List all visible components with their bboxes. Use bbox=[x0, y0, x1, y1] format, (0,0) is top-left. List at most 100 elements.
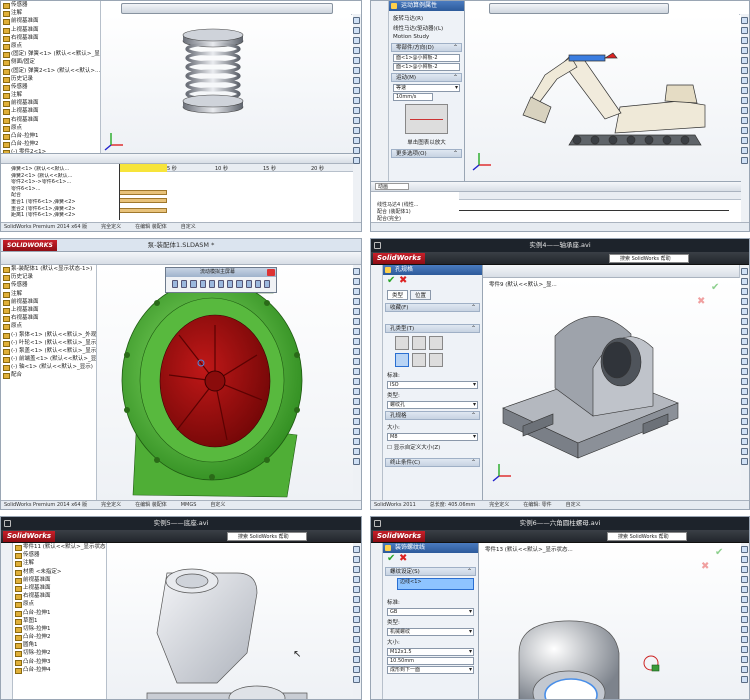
ok-check-icon[interactable]: ✔ bbox=[387, 553, 395, 564]
graphics-area[interactable] bbox=[101, 15, 353, 153]
speed-field[interactable]: 10mm/s bbox=[393, 93, 433, 101]
feature-tree[interactable]: 传感器 注解 前视基准面 上视基准面 右视基准面 原点 (固定) 弹簧<1> (默认<<默认… bbox=[1, 1, 101, 165]
edge-selection-field[interactable]: 边线<1> bbox=[397, 578, 474, 590]
size-select[interactable]: M12x1.5 bbox=[387, 648, 474, 656]
feature-tree[interactable]: 零件11 (默认<<默认>_显示状态 传感器 注解 材质 <未指定> 前视基准面 上视基准… bbox=[13, 543, 107, 699]
key-bar[interactable] bbox=[119, 198, 167, 203]
tree-item[interactable]: 切除-拉伸2 bbox=[13, 649, 106, 658]
section-thread-settings[interactable]: 螺纹设定(S) bbox=[385, 567, 476, 576]
option-linear-motor[interactable]: 线性马达(驱动器)(L) bbox=[389, 23, 464, 33]
confirm-corner-ok-icon[interactable]: ✔ bbox=[715, 547, 723, 558]
tree-item[interactable]: 上视基准面 bbox=[1, 107, 100, 116]
cancel-x-icon[interactable]: ✖ bbox=[399, 553, 407, 564]
tree-item[interactable]: 注解 bbox=[13, 559, 106, 568]
tree-item[interactable]: (固定) 弹簧2<1> (默认<<默认>... bbox=[1, 67, 100, 75]
search-input[interactable]: 搜索 SolidWorks 帮助 bbox=[607, 532, 687, 541]
timeline-row[interactable]: 弹簧<1> (默认<<默认... bbox=[11, 166, 119, 173]
timeline-row[interactable]: 线性马达4 (线性... bbox=[377, 202, 419, 209]
depth-field[interactable]: 10.50mm bbox=[387, 657, 474, 665]
standard-select[interactable]: ISO bbox=[387, 381, 478, 389]
command-strip[interactable] bbox=[371, 543, 383, 699]
breadcrumb[interactable]: 零件9 (默认<<默认>_显... bbox=[489, 280, 557, 288]
timeline-row[interactable]: 零件2<1>->零件6<1>... bbox=[11, 179, 119, 186]
motion-graph[interactable] bbox=[405, 104, 448, 134]
section-end-condition[interactable]: 终止条件(C) bbox=[385, 458, 480, 467]
tree-item[interactable]: 原点 bbox=[13, 600, 106, 609]
type-select[interactable]: 螺纹孔 bbox=[387, 401, 478, 409]
tree-item[interactable]: 泵-装配体1 (默认<显示状态-1>) bbox=[1, 265, 96, 274]
section-favorites[interactable]: 收藏(F) bbox=[385, 303, 480, 312]
tree-item[interactable]: 前视基准面 bbox=[13, 576, 106, 584]
tree-item[interactable]: 原点 bbox=[1, 322, 96, 331]
component-field[interactable]: 面<1>@小臂板-2 bbox=[393, 54, 460, 62]
section-more-options[interactable]: 更多选项(O) bbox=[391, 149, 462, 158]
tree-item[interactable]: 传感器 bbox=[1, 1, 100, 10]
pm-tab-strip[interactable] bbox=[371, 1, 389, 181]
hole-type-grid[interactable] bbox=[395, 336, 470, 367]
tree-item[interactable]: 右视基准面 bbox=[1, 116, 100, 124]
tree-item[interactable]: 上视基准面 bbox=[13, 584, 106, 593]
study-type-select[interactable]: 动画 bbox=[375, 183, 409, 190]
custom-size-checkbox[interactable]: ☐ 显示自定义大小(Z) bbox=[383, 442, 482, 452]
standard-toolbar[interactable] bbox=[1, 252, 361, 265]
search-input[interactable]: 搜索 SolidWorks 帮助 bbox=[609, 254, 689, 263]
motion-type-select[interactable]: 等速 bbox=[393, 84, 460, 92]
timeline-toolbar[interactable] bbox=[1, 154, 353, 164]
heads-up-toolbar[interactable] bbox=[481, 265, 749, 278]
tree-item[interactable]: (-) 叶轮<1> (默认<<默认>_显示) bbox=[1, 339, 98, 347]
size-select[interactable]: M8 bbox=[387, 433, 478, 441]
tree-item[interactable]: 注解 bbox=[1, 9, 100, 18]
command-strip[interactable] bbox=[371, 265, 383, 501]
tab-type[interactable]: 类型 bbox=[387, 290, 409, 300]
tab-position[interactable]: 位置 bbox=[410, 290, 432, 300]
confirm-corner-cancel-icon[interactable]: ✖ bbox=[697, 296, 705, 307]
timeline-row[interactable]: 重合1 (零件6<1>,弹簧<2> bbox=[11, 199, 119, 206]
tree-item[interactable]: 凸台-拉伸2 bbox=[1, 140, 100, 149]
tree-item[interactable]: 原点 bbox=[1, 42, 100, 51]
flow-simulation-dialog[interactable]: 流动模拟主屏幕 bbox=[165, 267, 277, 293]
breadcrumb[interactable]: 零件13 (默认<<默认>_显示状态... bbox=[485, 545, 573, 553]
cancel-x-icon[interactable]: ✖ bbox=[399, 275, 407, 286]
direction-field[interactable]: 面<1>@小臂板-2 bbox=[393, 63, 460, 71]
timeline-row[interactable]: 零件6<1>... bbox=[11, 186, 119, 193]
tree-item[interactable]: (-) 泵盖<1> (默认<<默认>_显示) bbox=[1, 347, 98, 356]
heads-up-toolbar[interactable] bbox=[121, 3, 333, 14]
tree-item[interactable]: (-) 泵体<1> (默认<<默认>_外观) bbox=[1, 331, 98, 339]
confirm-corner-cancel-icon[interactable]: ✖ bbox=[701, 561, 709, 572]
tree-item[interactable]: (-) 轴<1> (默认<<默认>_显示) bbox=[1, 363, 96, 372]
tree-item[interactable]: 历史记录 bbox=[1, 273, 96, 282]
ok-check-icon[interactable]: ✔ bbox=[387, 275, 395, 286]
graphics-area[interactable]: 零件13 (默认<<默认>_显示状态... ✔ ✖ bbox=[479, 543, 741, 699]
property-manager[interactable]: 运动算例属性 旋转马达(R) 线性马达(驱动器)(L) Motion Study… bbox=[389, 1, 465, 181]
tree-item[interactable]: 上视基准面 bbox=[1, 26, 100, 34]
tree-item[interactable]: 前视基准面 bbox=[1, 298, 96, 306]
tree-item[interactable]: 零件11 (默认<<默认>_显示状态 bbox=[13, 543, 106, 552]
tree-item[interactable]: 凸台-拉伸3 bbox=[13, 658, 106, 666]
graphics-area[interactable] bbox=[465, 15, 741, 181]
tree-item[interactable]: 右视基准面 bbox=[1, 34, 100, 42]
tree-item[interactable]: 右视基准面 bbox=[1, 314, 96, 323]
timeline-row[interactable]: 配合 bbox=[11, 192, 119, 199]
command-strip[interactable] bbox=[1, 543, 13, 699]
graphics-area[interactable]: 零件9 (默认<<默认>_显... ✔ ✖ bbox=[483, 278, 741, 501]
timeline-row[interactable]: 重合2 (零件6<1>,弹簧<2> bbox=[11, 206, 119, 213]
option-motion-study[interactable]: Motion Study bbox=[389, 33, 464, 41]
section-motion[interactable]: 运动(M) bbox=[391, 73, 462, 82]
section-hole-type[interactable]: 孔类型(T) bbox=[385, 324, 480, 333]
tree-item[interactable]: 历史记录 bbox=[1, 75, 100, 83]
tree-item[interactable]: 凸台-拉伸4 bbox=[13, 666, 106, 674]
tree-item[interactable]: 凸台-拉伸2 bbox=[13, 633, 106, 642]
section-component-direction[interactable]: 零部件/方向(D) bbox=[391, 43, 462, 52]
standard-select[interactable]: GB bbox=[387, 608, 474, 616]
section-hole-spec[interactable]: 孔规格 bbox=[385, 411, 480, 420]
timeline-toolbar[interactable]: 动画 bbox=[371, 182, 741, 192]
app-title-bar[interactable]: SolidWorks 搜索 SolidWorks 帮助 bbox=[1, 530, 361, 543]
heads-up-toolbar[interactable] bbox=[489, 3, 669, 14]
tree-item[interactable]: 传感器 bbox=[1, 83, 100, 92]
tree-item[interactable]: 草图1 bbox=[13, 617, 106, 625]
feature-tree[interactable]: 泵-装配体1 (默认<显示状态-1>) 历史记录 传感器 注解 前视基准面 上视基准面 右视… bbox=[1, 265, 98, 500]
motion-study-timeline[interactable]: 动画 线性马达4 (线性... 配合 (装配体1) 配合(完全) bbox=[371, 181, 741, 223]
tree-item[interactable]: 传感器 bbox=[13, 551, 106, 560]
tree-item[interactable]: 材质 <未指定> bbox=[13, 568, 106, 576]
tree-item[interactable]: 上视基准面 bbox=[1, 306, 96, 315]
